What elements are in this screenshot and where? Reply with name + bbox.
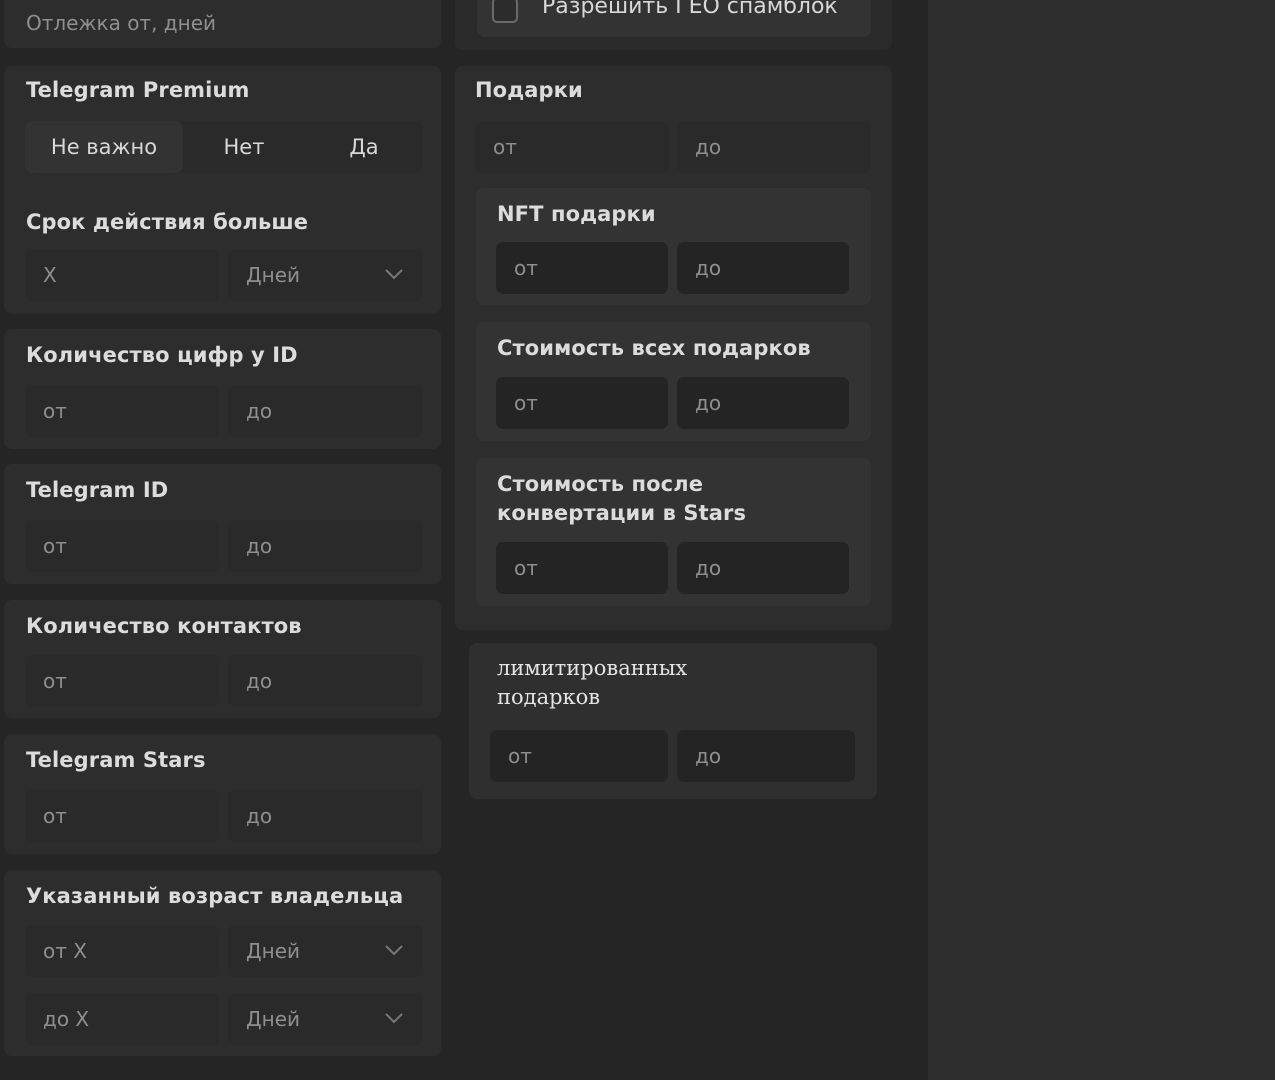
premium-option-any[interactable]: Не важно — [25, 121, 183, 173]
limited-gifts-title-line2: подарков — [497, 685, 601, 709]
validity-value-input[interactable]: X — [25, 249, 219, 301]
chevron-down-icon — [383, 1007, 405, 1029]
id-digits-title: Количество цифр у ID — [26, 343, 298, 367]
stars-cost-title-line2: конвертации в Stars — [497, 501, 747, 525]
owner-age-to-unit-select[interactable]: Дней — [228, 993, 423, 1045]
validity-title: Срок действия больше — [26, 210, 309, 234]
stars-to-input[interactable]: до — [228, 790, 423, 842]
stars-title: Telegram Stars — [26, 748, 206, 772]
nft-gifts-from-input[interactable]: от — [496, 242, 668, 294]
contacts-to-input[interactable]: до — [228, 655, 423, 707]
limited-gifts-from-input[interactable]: от — [490, 730, 668, 782]
gifts-from-input[interactable]: от — [475, 121, 669, 173]
side-area — [928, 0, 1275, 1080]
geo-spamblock-label: Разрешить ГЕО спамблок — [542, 0, 838, 19]
tracking-panel: Отлежка от, дней — [4, 0, 441, 48]
telegram-id-title: Telegram ID — [26, 478, 169, 502]
id-digits-from-input[interactable]: от — [25, 385, 219, 437]
contacts-from-input[interactable]: от — [25, 655, 219, 707]
id-digits-to-input[interactable]: до — [228, 385, 423, 437]
premium-title: Telegram Premium — [26, 78, 250, 102]
id-digits-panel: Количество цифр у ID от до — [4, 329, 441, 449]
nft-gifts-to-input[interactable]: до — [677, 242, 849, 294]
owner-age-panel: Указанный возраст владельца от X Дней до… — [4, 870, 441, 1056]
total-cost-title: Стоимость всех подарков — [497, 336, 811, 360]
premium-segmented-control: Не важно Нет Да — [25, 121, 423, 173]
gifts-title: Подарки — [475, 78, 583, 102]
gifts-to-input[interactable]: до — [677, 121, 871, 173]
validity-unit-value: Дней — [246, 263, 301, 287]
stars-cost-from-input[interactable]: от — [496, 542, 668, 594]
chevron-down-icon — [383, 263, 405, 285]
owner-age-from-unit-value: Дней — [246, 939, 301, 963]
limited-gifts-panel: лимитированных подарков от до — [469, 643, 877, 799]
total-cost-panel: Стоимость всех подарков от до — [476, 322, 871, 441]
stars-cost-to-input[interactable]: до — [677, 542, 849, 594]
owner-age-to-input[interactable]: до X — [25, 993, 219, 1045]
contacts-panel: Количество контактов от до — [4, 600, 441, 718]
stars-cost-panel: Стоимость после конвертации в Stars от д… — [476, 458, 871, 606]
owner-age-to-unit-value: Дней — [246, 1007, 301, 1031]
limited-gifts-title-line1: лимитированных — [497, 656, 688, 680]
premium-option-yes[interactable]: Да — [305, 121, 423, 173]
total-cost-to-input[interactable]: до — [677, 377, 849, 429]
owner-age-from-unit-select[interactable]: Дней — [228, 925, 423, 977]
limited-gifts-to-input[interactable]: до — [677, 730, 855, 782]
telegram-id-to-input[interactable]: до — [228, 520, 423, 572]
tracking-days-input[interactable]: Отлежка от, дней — [8, 0, 428, 42]
stars-cost-title-line1: Стоимость после — [497, 472, 704, 496]
owner-age-title: Указанный возраст владельца — [26, 884, 404, 908]
telegram-id-from-input[interactable]: от — [25, 520, 219, 572]
stars-from-input[interactable]: от — [25, 790, 219, 842]
total-cost-from-input[interactable]: от — [496, 377, 668, 429]
nft-gifts-title: NFT подарки — [497, 202, 656, 226]
nft-gifts-panel: NFT подарки от до — [476, 188, 871, 305]
owner-age-from-input[interactable]: от X — [25, 925, 219, 977]
validity-unit-select[interactable]: Дней — [228, 249, 423, 301]
filters-area: Отлежка от, дней Разрешить ГЕО спамблок … — [0, 0, 928, 1080]
premium-option-no[interactable]: Нет — [185, 121, 303, 173]
premium-panel: Telegram Premium Не важно Нет Да Срок де… — [4, 66, 441, 314]
stars-panel: Telegram Stars от до — [4, 734, 441, 854]
gifts-panel: Подарки от до NFT подарки от до Стоимост… — [455, 66, 892, 630]
telegram-id-panel: Telegram ID от до — [4, 464, 441, 584]
chevron-down-icon — [383, 939, 405, 961]
geo-spamblock-checkbox[interactable] — [492, 0, 518, 23]
contacts-title: Количество контактов — [26, 614, 302, 638]
